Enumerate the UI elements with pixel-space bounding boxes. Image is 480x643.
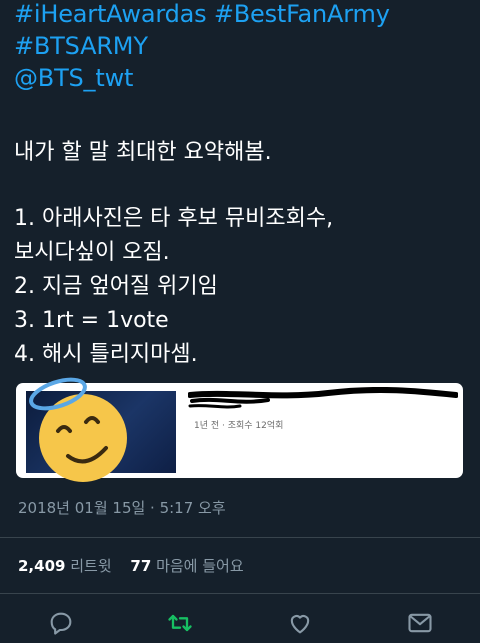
tweet-text-line: 3. 1rt = 1vote [14, 308, 169, 333]
mention-link[interactable]: @BTS_twt [14, 62, 474, 94]
tweet-text-line: 4. 해시 틀리지마셈. [14, 342, 198, 367]
tweet-text-line: 2. 지금 엎어질 위기임 [14, 274, 218, 299]
retweets-label[interactable]: 리트윗 [70, 557, 111, 575]
tweet-text-line: 보시다싶이 오짐. [14, 240, 170, 265]
dm-icon[interactable] [406, 609, 434, 637]
card-meta-text: 1년 전 · 조회수 12억회 [194, 421, 284, 431]
likes-count[interactable]: 77 [130, 557, 151, 575]
retweets-count[interactable]: 2,409 [18, 557, 65, 575]
tweet-text-line: 내가 할 말 최대한 요약해봄. [14, 140, 272, 165]
tweet-body: 내가 할 말 최대한 요약해봄. 1. 아래사진은 타 후보 뮤비조회수, 보시… [14, 136, 474, 372]
smiling-face-with-halo-sticker [29, 377, 127, 482]
likes-label[interactable]: 마음에 들어요 [156, 557, 244, 575]
tweet-action-bar [0, 607, 480, 643]
hashtag-line[interactable]: #iHeartAwardas #BestFanArmy [14, 0, 474, 30]
divider [0, 593, 480, 594]
redaction-scribble [188, 387, 458, 409]
tweet-text-line: 1. 아래사진은 타 후보 뮤비조회수, [14, 206, 334, 231]
hashtag-line[interactable]: #BTSARMY [14, 30, 474, 62]
tweet-detail: #iHeartAwardas #BestFanArmy #BTSARMY @BT… [0, 0, 480, 643]
retweet-icon[interactable] [166, 609, 194, 637]
tweet-stats: 2,409 리트윗 77 마음에 들어요 [18, 555, 258, 576]
reply-icon[interactable] [47, 609, 75, 637]
like-icon[interactable] [286, 609, 314, 637]
tweet-timestamp[interactable]: 2018년 01월 15일 · 5:17 오후 [18, 497, 226, 518]
hashtags-block: #iHeartAwardas #BestFanArmy #BTSARMY @BT… [14, 0, 474, 94]
divider [0, 537, 480, 538]
